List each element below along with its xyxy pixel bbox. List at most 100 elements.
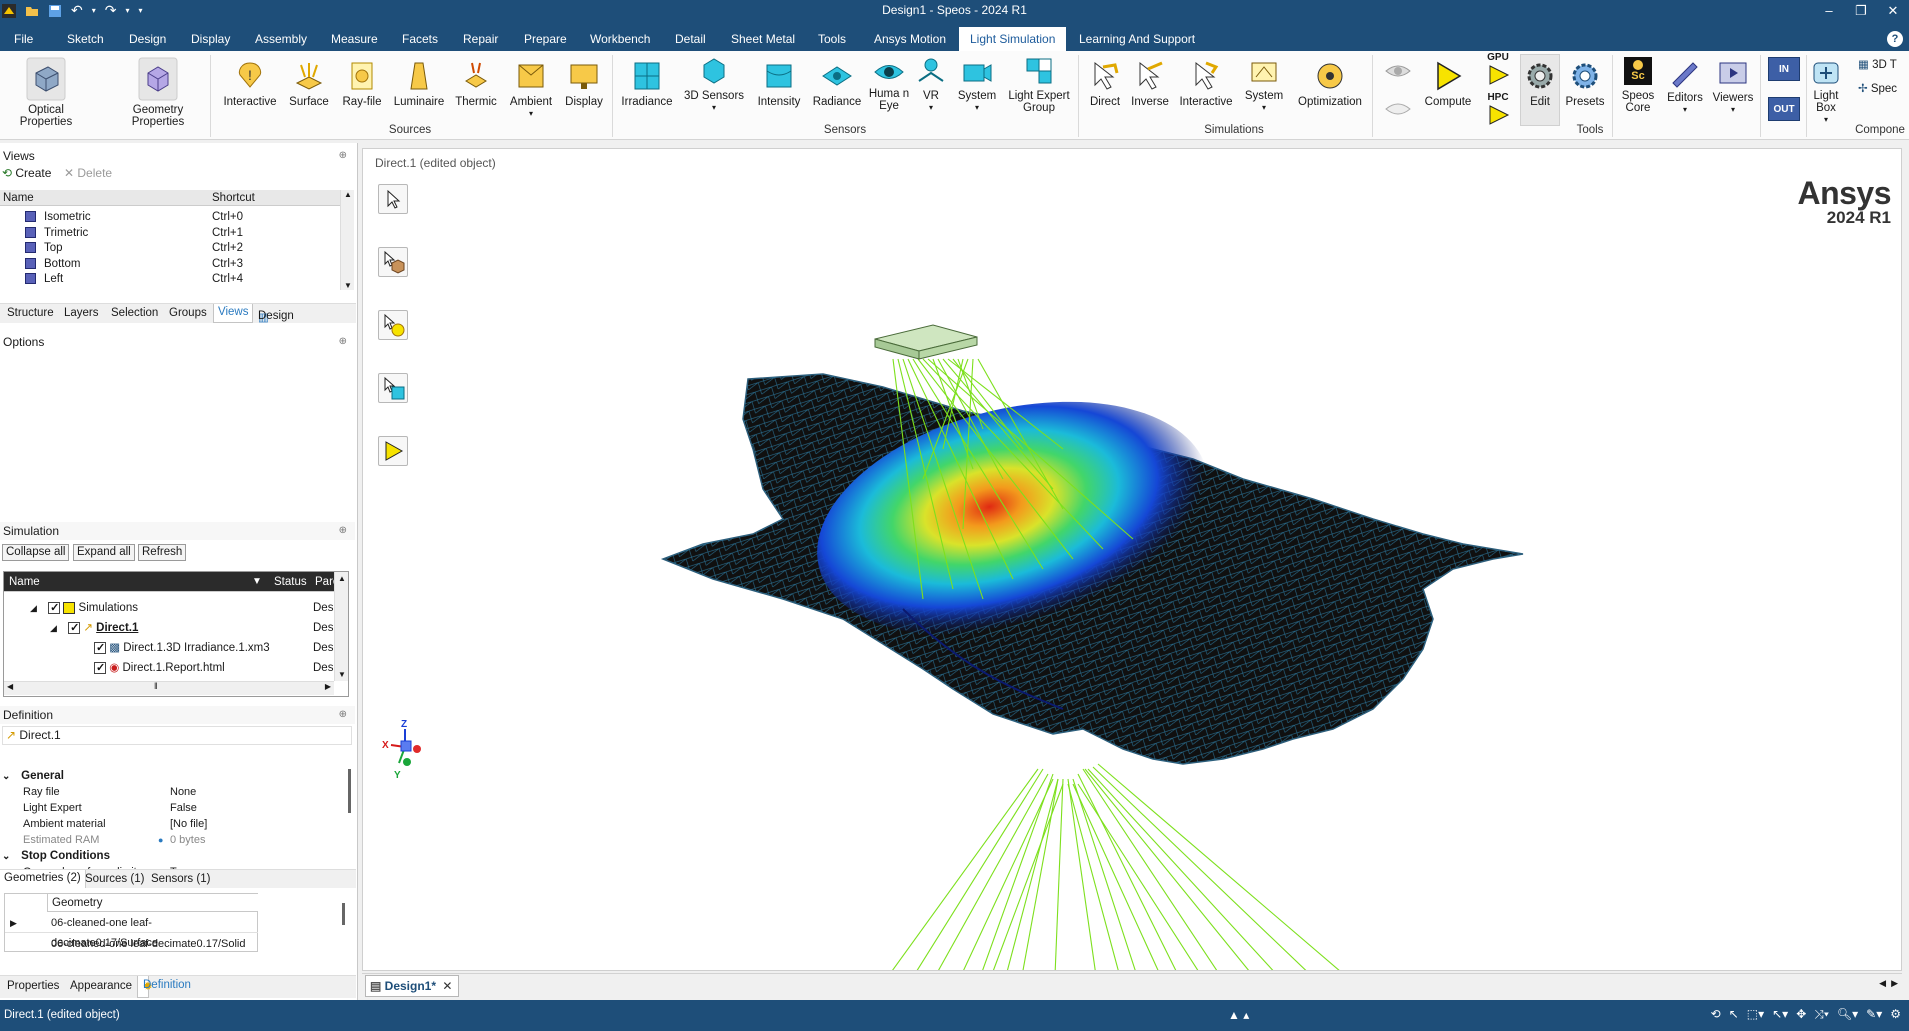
pin-icon[interactable]: ⊕	[339, 333, 347, 351]
view-row[interactable]: Trimetric Ctrl+1	[0, 225, 340, 241]
pin-icon[interactable]: ⊕	[339, 147, 347, 165]
views-delete-button[interactable]: ✕ Delete	[64, 166, 112, 180]
source-ambient-button[interactable]: Ambient ▾	[506, 59, 556, 120]
collapse-chevron-icon[interactable]: ⌄	[2, 771, 13, 782]
source-surface-button[interactable]: Surface	[283, 59, 335, 108]
property-row[interactable]: Light Expert False	[2, 800, 344, 816]
refresh-button[interactable]: Refresh	[138, 544, 187, 561]
definition-object-field[interactable]: ↗ Direct.1	[2, 726, 352, 745]
light-source-plate[interactable]	[874, 324, 978, 360]
restore-icon[interactable]: ❐	[1845, 0, 1877, 21]
eye-outline-icon[interactable]	[1384, 97, 1412, 121]
scroll-thumb[interactable]: ‖	[154, 681, 158, 691]
views-scrollbar[interactable]: ▲ ▼	[340, 190, 354, 290]
close-icon[interactable]: ✕	[1877, 0, 1909, 21]
source-ray-file-button[interactable]: Ray-file	[338, 59, 386, 108]
tab-ansys-motion[interactable]: Ansys Motion	[874, 27, 946, 51]
scroll-up-icon[interactable]: ▲	[338, 574, 346, 583]
property-section-header[interactable]: ⌄ Stop Conditions	[2, 848, 344, 864]
gpu-compute-button[interactable]: GPU	[1480, 51, 1516, 89]
tab-learning-and-support[interactable]: Learning And Support	[1079, 27, 1195, 51]
tab-scroll-left-icon[interactable]: ◀	[1879, 978, 1886, 989]
source-luminaire-button[interactable]: Luminaire	[390, 59, 448, 108]
simulation-system-button[interactable]: System ▾	[1240, 59, 1288, 114]
warning-triangle-icon[interactable]: ▲ ▴	[1228, 1008, 1249, 1022]
scroll-up-icon[interactable]: ▲	[344, 190, 352, 199]
scroll-down-icon[interactable]: ▼	[338, 670, 346, 679]
view-row[interactable]: Top Ctrl+2	[0, 240, 340, 256]
tab-light-simulation[interactable]: Light Simulation	[959, 27, 1067, 51]
zoom-icon[interactable]: 🔍︎▾	[1837, 1007, 1858, 1022]
geometries-scroll-thumb[interactable]	[342, 903, 345, 925]
optical-properties-button[interactable]: Optical Properties	[12, 57, 80, 128]
irradiance-result-checkbox[interactable]	[94, 640, 106, 656]
tab-sketch[interactable]: Sketch	[67, 27, 104, 51]
close-tab-icon[interactable]: ✕	[442, 979, 452, 993]
tab-tools[interactable]: Tools	[818, 27, 846, 51]
scroll-thumb[interactable]	[348, 769, 351, 813]
tab-facets[interactable]: Facets	[402, 27, 438, 51]
direct-1-checkbox[interactable]	[68, 620, 81, 636]
geometry-properties-button[interactable]: Geometry Properties	[120, 57, 196, 128]
eye-icon[interactable]	[1384, 59, 1412, 83]
property-row[interactable]: Ray file None	[2, 784, 344, 800]
tab-file[interactable]: File	[14, 27, 33, 51]
sensor-radiance-button[interactable]: Radiance	[810, 59, 864, 108]
source-display-button[interactable]: Display	[560, 59, 608, 108]
sensor-vr-button[interactable]: VR ▾	[914, 55, 948, 114]
property-section-header[interactable]: ⌄ General	[2, 768, 344, 784]
cursor-select-icon[interactable]: ↖	[1729, 1007, 1739, 1022]
tree-item-direct-1[interactable]: ◢ ↗ Direct.1 Des	[50, 620, 333, 636]
select-mode-icon[interactable]: ↖▾	[1772, 1007, 1788, 1022]
tab-layers[interactable]: Layers	[64, 307, 99, 319]
collapse-chevron-icon[interactable]: ⌄	[2, 851, 13, 862]
speos-core-button[interactable]: Sc Speos Core	[1616, 55, 1660, 114]
property-row[interactable]: Ambient material [No file]	[2, 816, 344, 832]
orbit-icon[interactable]: ⤨▾	[1814, 1007, 1829, 1022]
tab-assembly[interactable]: Assembly	[255, 27, 307, 51]
tab-workbench[interactable]: Workbench	[590, 27, 650, 51]
tab-selection[interactable]: Selection	[111, 307, 158, 319]
axis-triad[interactable]: Z X Y	[382, 719, 421, 781]
tab-sheet-metal[interactable]: Sheet Metal	[731, 27, 795, 51]
property-row[interactable]: Estimated RAM ● 0 bytes	[2, 832, 344, 848]
scroll-right-icon[interactable]: ▶	[325, 682, 331, 691]
pan-icon[interactable]: ✥	[1796, 1007, 1806, 1022]
tree-item-irradiance-result[interactable]: ▩ Direct.1.3D Irradiance.1.xm3 Des	[94, 640, 334, 656]
tab-sensors[interactable]: Sensors (1)	[151, 873, 210, 885]
export-out-button[interactable]: OUT	[1768, 97, 1800, 121]
settings-icon[interactable]: ⚙	[1890, 1007, 1901, 1022]
tab-properties[interactable]: Properties	[7, 980, 59, 992]
pin-icon[interactable]: ⊕	[339, 706, 347, 724]
source-interactive-button[interactable]: ! Interactive	[220, 59, 280, 108]
collapse-arrow-icon[interactable]: ◢	[50, 623, 57, 633]
3d-viewport[interactable]: Direct.1 (edited object) Ansys 2024 R1 Z…	[362, 148, 1902, 971]
sketch-icon[interactable]: ✎▾	[1866, 1007, 1882, 1022]
tab-display[interactable]: Display	[191, 27, 230, 51]
tab-prepare[interactable]: Prepare	[524, 27, 567, 51]
tree-hscrollbar[interactable]: ◀ ‖ ▶	[4, 681, 334, 695]
sensor-3d-button[interactable]: 3D Sensors ▾	[682, 55, 746, 114]
tree-vscrollbar[interactable]: ▲ ▼	[334, 572, 348, 681]
sensor-human-eye-button[interactable]: Huma n Eye	[868, 59, 910, 112]
collapse-arrow-icon[interactable]: ◢	[30, 603, 37, 613]
tab-repair[interactable]: Repair	[463, 27, 498, 51]
sensor-irradiance-button[interactable]: Irradiance	[618, 59, 676, 108]
editors-button[interactable]: Editors ▾	[1664, 59, 1706, 116]
tab-definition[interactable]: ✹ Definition	[137, 976, 191, 998]
presets-button[interactable]: Presets	[1564, 59, 1606, 108]
simulation-optimization-button[interactable]: Optimization	[1294, 59, 1366, 108]
tab-views[interactable]: Views	[213, 304, 254, 323]
tab-geometries[interactable]: Geometries (2)	[0, 870, 86, 888]
tab-groups[interactable]: Groups	[169, 307, 207, 319]
scroll-left-icon[interactable]: ◀	[7, 682, 13, 691]
box-select-icon[interactable]: ⬚▾	[1747, 1007, 1764, 1022]
view-row[interactable]: Bottom Ctrl+3	[0, 256, 340, 272]
filter-icon[interactable]: ▼	[252, 572, 262, 592]
viewers-button[interactable]: Viewers ▾	[1710, 59, 1756, 116]
tab-structure[interactable]: Structure	[7, 307, 54, 319]
3d-textures-button[interactable]: ▦ 3D T	[1858, 59, 1908, 71]
import-in-button[interactable]: IN	[1768, 57, 1800, 81]
geometry-row[interactable]: ▶ 06-cleaned-one leaf-decimate0.17/Surfa…	[5, 913, 258, 949]
tree-item-report[interactable]: ◉ Direct.1.Report.html Des	[94, 660, 334, 676]
